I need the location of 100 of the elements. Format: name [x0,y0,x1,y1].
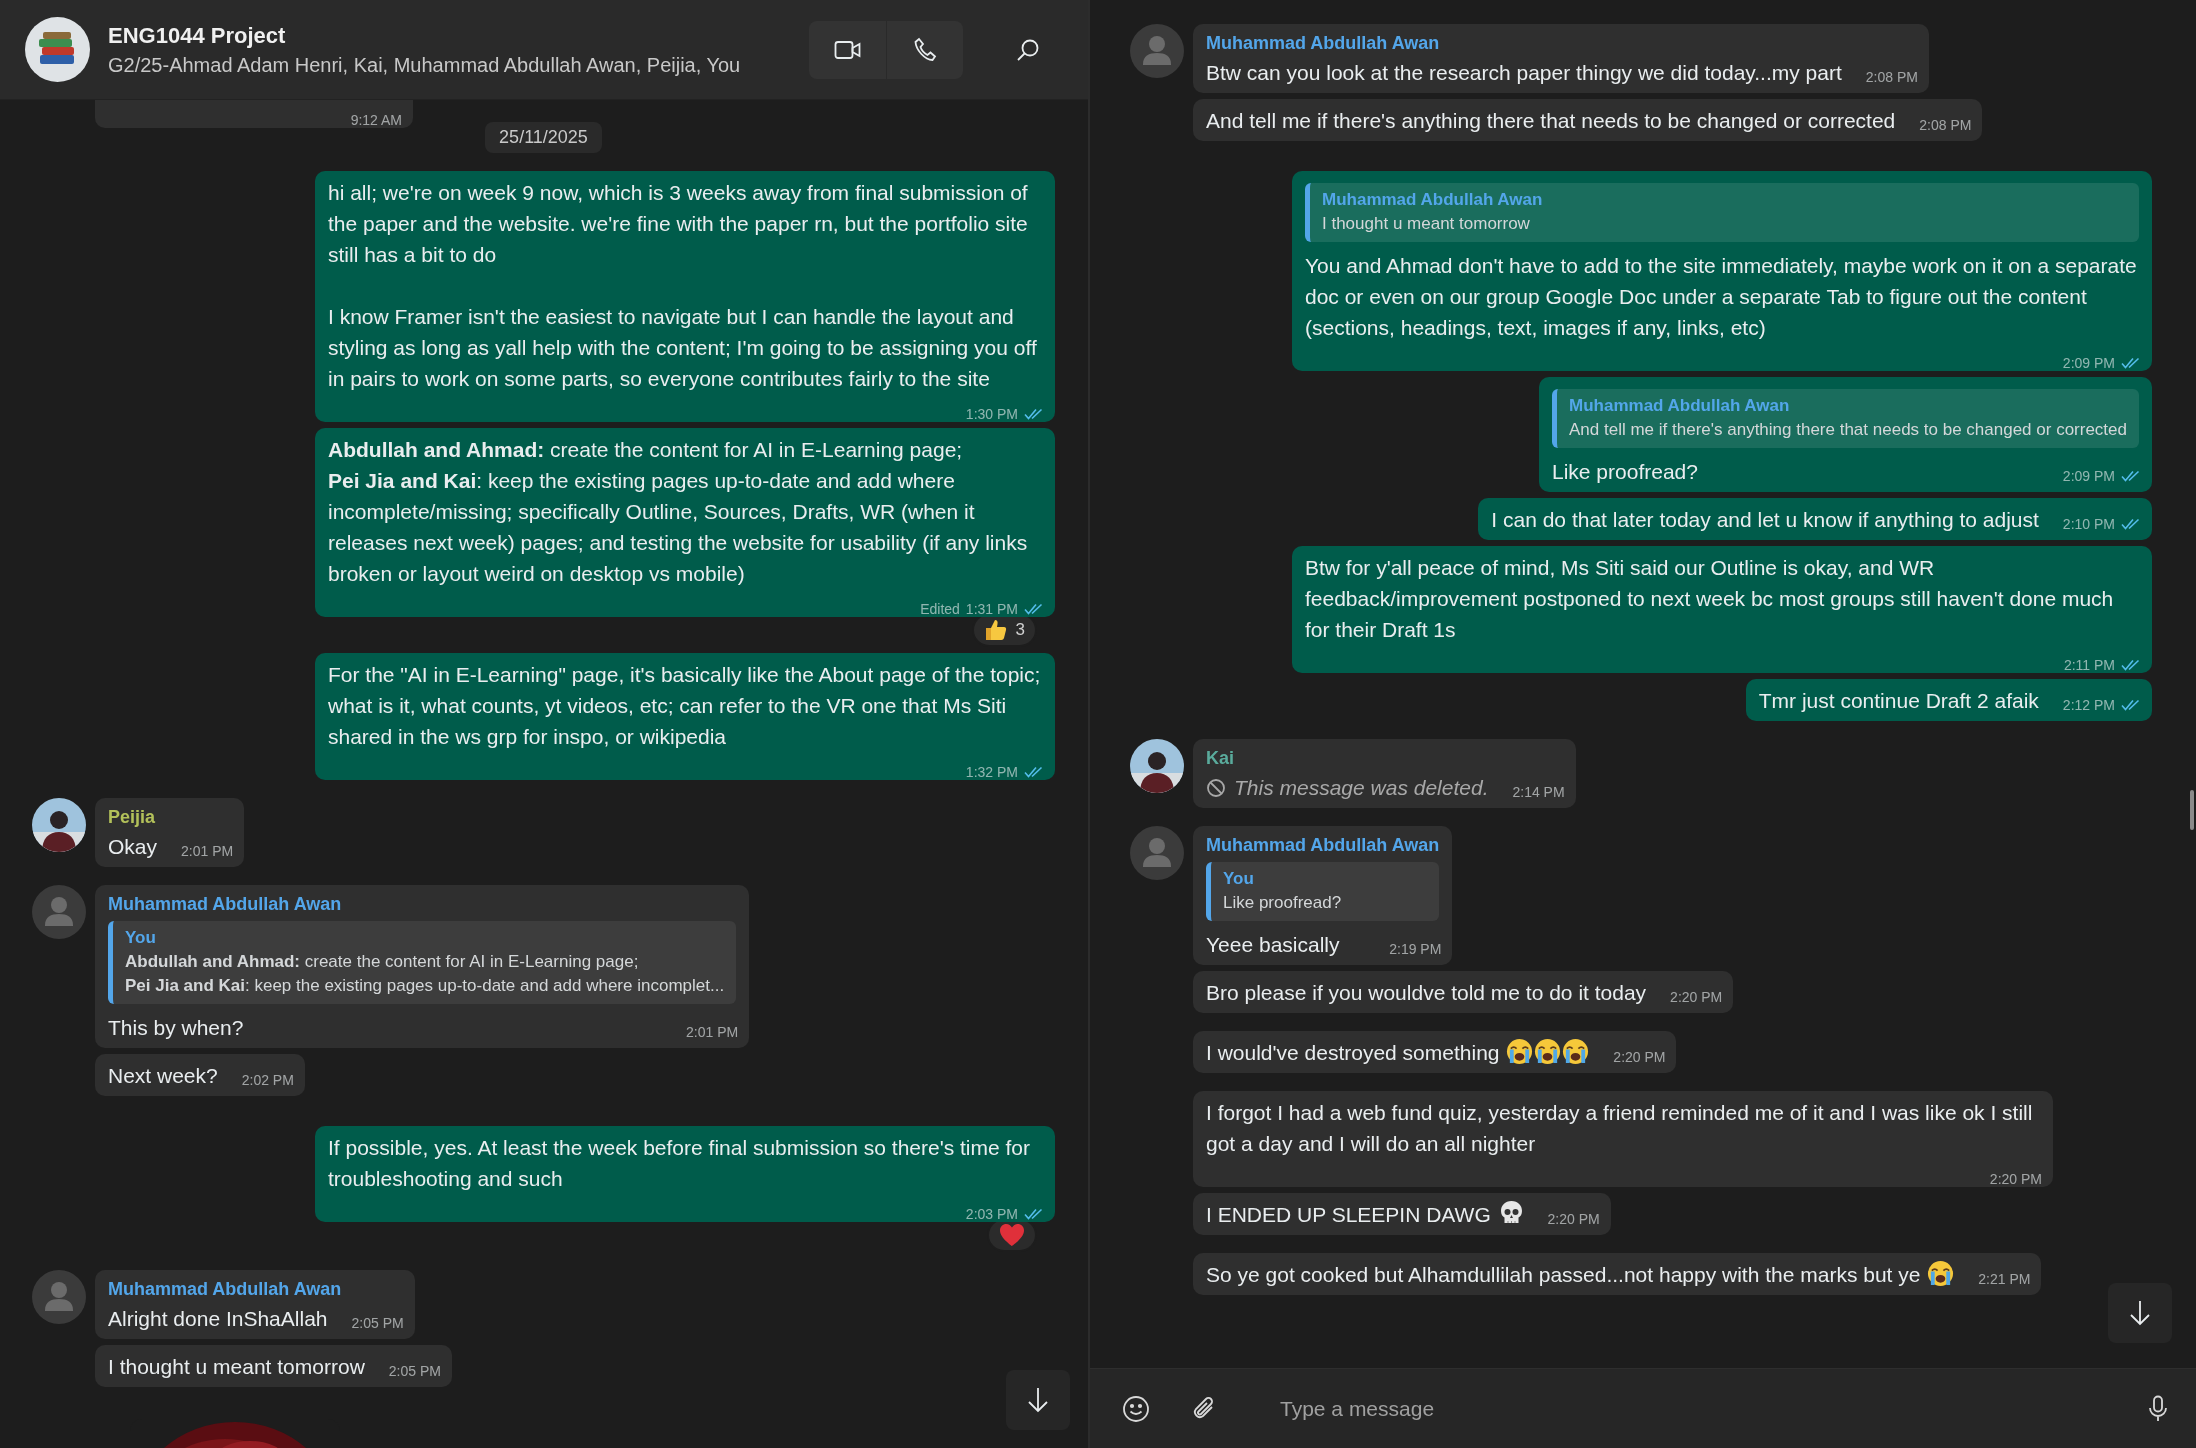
quoted-message[interactable]: You Abdullah and Ahmad: create the content for AI in E-Learning page; Pei Jia and Kai: keep the existing pages up-to-date and add where incomplet... [108,921,737,1004]
message-text: For the "AI in E-Learning" page, it's basically like the About page of the topic; what is it, what counts, yt videos, etc; can refer to the VR one that Ms Siti shared in the ws grp for inspo, or wikipedia [328,662,1042,750]
quoted-message[interactable]: Muhammad Abdullah Awan I thought u meant tomorrow [1305,183,2139,242]
message-time: 2:20 PM [1613,1048,1666,1066]
group-avatar[interactable] [25,17,90,82]
message-time: 2:14 PM [1512,783,1565,801]
search-icon [1015,37,1040,62]
message-text: I would've destroyed something [1206,1037,1590,1068]
message-bubble[interactable]: Peijia Okay 2:01 PM [95,798,245,867]
emoji-button[interactable] [1122,1394,1150,1423]
message-time: 2:05 PM [388,1362,441,1380]
message-bubble[interactable]: Tmr just continue Draft 2 afaik 2:12 PM [1745,679,2152,721]
message-time: 2:03 PM [965,1205,1018,1223]
message-bubble[interactable]: Muhammad Abdullah Awan You Abdullah and Ahmad: create the content for AI in E-Learning page; Pei Jia and Kai: keep the existing pages up-to-date and add where incomplet... This by when? 2:01 PM [95,885,750,1048]
message-text: This message was deleted. [1234,775,1489,801]
message-time: 2:19 PM [1389,940,1442,958]
message-time: 9:12 AM [350,111,402,129]
message-text: I can do that later today and let u know if anything to adjust [1491,507,2039,533]
sender-name: Peijia [108,806,156,829]
message-time: 2:02 PM [241,1071,294,1089]
default-avatar-icon [1130,826,1184,880]
message-bubble[interactable] [315,171,1055,422]
message-composer[interactable]: Type a message [1090,1368,2196,1448]
message-time: 1:30 PM [965,405,1018,423]
video-camera-icon [833,38,862,61]
message-text: If possible, yes. At least the week before final submission so there's time for troubleshooting and such [328,1135,1031,1192]
heart-icon [999,1223,1025,1247]
message-text: This by when? [108,1015,244,1041]
message-text: And tell me if there's anything there that needs to be changed or corrected [1206,108,1896,134]
message-bubble[interactable]: I can do that later today and let u know if anything to adjust 2:10 PM [1478,498,2152,540]
sender-name: Muhammad Abdullah Awan [1206,32,1440,55]
chat-title: ENG1044 Project [108,21,287,50]
quoted-message[interactable]: You Like proofread? [1206,862,1440,921]
arrow-down-icon [1027,1387,1049,1413]
message-bubble[interactable]: If possible, yes. At least the week before final submission so there's time for troubleshooting and such 2:03 PM [315,1126,1055,1222]
message-bubble[interactable]: I forgot I had a web fund quiz, yesterday a friend reminded me of it and I was like ok I still got a day and I will do an all nighter 2:20 PM [1193,1091,2053,1187]
message-time: 2:11 PM [2063,656,2115,674]
message-time: 2:01 PM [181,842,234,860]
scroll-down-button[interactable] [2108,1283,2172,1343]
message-text: Okay [108,834,157,860]
message-text: Btw for y'all peace of mind, Ms Siti said our Outline is okay, and WR feedback/improvement postponed to next week bc most groups still haven't done much for their Draft 1s [1305,555,2115,643]
avatar [32,798,86,852]
sender-name: Kai [1206,747,1234,770]
message-bubble[interactable]: Next week? 2:02 PM [95,1054,305,1096]
message-bubble[interactable]: Muhammad Abdullah Awan Alright done InShaAllah 2:05 PM [95,1270,415,1339]
message-bubble[interactable]: Muhammad Abdullah Awan You Like proofread? Yeee basically 2:19 PM [1193,826,1453,965]
message-text: Btw can you look at the research paper thingy we did today...my part [1206,60,1842,86]
prohibited-icon [1206,778,1226,798]
message-text: Like proofread? [1552,459,1698,485]
reaction-count: 3 [1015,620,1025,640]
scroll-down-button[interactable] [1006,1370,1070,1430]
message-text: Tmr just continue Draft 2 afaik [1758,688,2039,714]
message-bubble[interactable]: I thought u meant tomorrow 2:05 PM [95,1345,452,1387]
default-avatar-icon [1130,24,1184,78]
message-time: 2:05 PM [351,1314,404,1332]
message-time: 2:08 PM [1865,68,1918,86]
message-bubble[interactable]: I would've destroyed something 2:20 PM [1193,1031,1677,1073]
scrollbar-thumb[interactable] [2190,790,2194,830]
message-time: 1:32 PM [965,763,1018,781]
microphone-button[interactable] [2148,1394,2168,1423]
crying-face-icon [1562,1038,1590,1065]
message-bubble[interactable] [1292,171,2152,371]
message-text: So ye got cooked but Alhamdullilah passed...not happy with the marks but ye [1206,1259,1955,1290]
date-chip: 25/11/2025 [485,122,602,153]
message-bubble[interactable] [315,653,1055,780]
message-time: 2:08 PM [1919,116,1972,134]
message-bubble[interactable] [315,428,1055,617]
quoted-message[interactable]: Muhammad Abdullah Awan And tell me if there's anything there that needs to be changed or corrected [1552,389,2139,448]
thumbs-up-icon [983,618,1008,642]
message-input[interactable]: Type a message [1280,1386,2148,1431]
message-text: You and Ahmad don't have to add to the site immediately, maybe work on it on a separate doc or even on our group Google Doc under a separate Tab to figure out the content (sections, headings, text, images if any, links, etc) [1305,253,2138,341]
avatar [1130,739,1184,793]
message-bubble[interactable]: And tell me if there's anything there that needs to be changed or corrected 2:08 PM [1193,99,1983,141]
message-text: hi all; we're on week 9 now, which is 3 weeks away from final submission of the paper and the website. we're fine with the paper rn, but the portfolio site still has a bit to do I know Framer isn't the easiest to navigate but I can handle the layout and styling as long as yall help with the content; I'm going to be assigning you off in pairs to work on some parts, so everyone contributes fairly to the site [328,180,1038,392]
message-text: Next week? [108,1063,218,1089]
message-text: I ENDED UP SLEEPIN DAWG [1206,1199,1524,1230]
phone-icon [913,36,937,63]
message-bubble[interactable]: Muhammad Abdullah Awan Btw can you look at the research paper thingy we did today...my part 2:08 PM [1193,24,1929,93]
default-avatar-icon [32,1270,86,1324]
message-text: Abdullah and Ahmad: create the content for AI in E-Learning page; Pei Jia and Kai: keep the existing pages up-to-date and add where incomplete/missing; specifically Outline, Sources, Drafts, WR (when it releases next week) pages; and testing the website for usability (if any links broken or layout weird on desktop vs mobile) [328,437,1029,587]
arrow-down-icon [2129,1300,2151,1326]
message-time: 2:01 PM [686,1023,739,1041]
sender-name: Muhammad Abdullah Awan [1206,834,1440,857]
message-bubble[interactable]: So ye got cooked but Alhamdullilah passed...not happy with the marks but ye 2:21 PM [1193,1253,2042,1295]
message-bubble[interactable]: Btw for y'all peace of mind, Ms Siti said our Outline is okay, and WR feedback/improvement postponed to next week bc most groups still haven't done much for their Draft 1s 2:11 PM [1292,546,2152,673]
crying-face-icon [1534,1038,1562,1065]
message-text: Alright done InShaAllah [108,1306,328,1332]
default-avatar-icon [32,885,86,939]
message-time: 2:20 PM [1547,1210,1600,1228]
chat-members: G2/25-Ahmad Adam Henri, Kai, Muhammad Abdullah Awan, Peijia, You [108,52,742,78]
message-text: I thought u meant tomorrow [108,1354,365,1380]
crying-face-icon [1927,1260,1955,1287]
edited-label: Edited [920,600,960,618]
sender-name: Muhammad Abdullah Awan [108,1278,342,1301]
message-bubble[interactable]: Bro please if you wouldve told me to do it today 2:20 PM [1193,971,1734,1013]
message-bubble[interactable]: I ENDED UP SLEEPIN DAWG 2:20 PM [1193,1193,1611,1235]
message-time: 2:09 PM [2062,354,2115,372]
message-time: 2:21 PM [1978,1270,2031,1288]
message-bubble[interactable]: Muhammad Abdullah Awan And tell me if there's anything there that needs to be changed or corrected Like proofread? 2:09 PM [1539,377,2152,492]
message-bubble[interactable]: Kai This message was deleted. 2:14 PM [1193,739,1576,808]
